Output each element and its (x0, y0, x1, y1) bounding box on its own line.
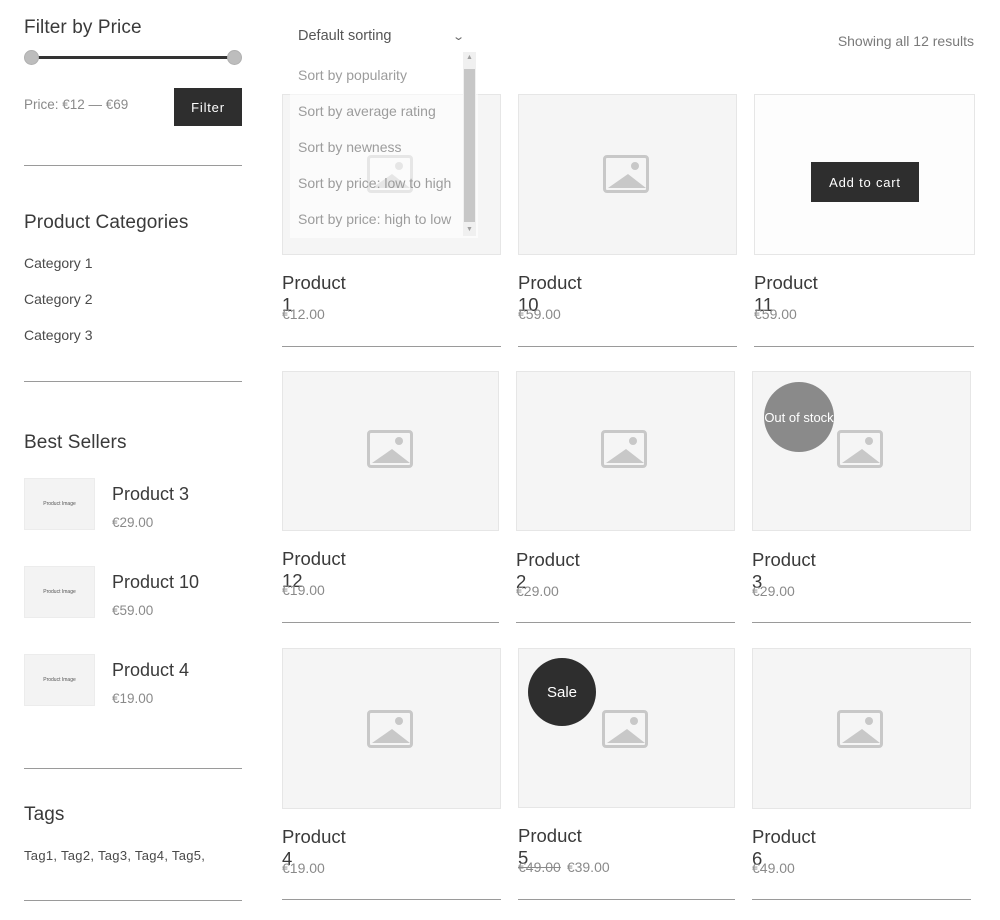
price-filter-title: Filter by Price (24, 17, 142, 38)
chevron-down-icon[interactable]: ⌄ (452, 30, 465, 43)
product-price: €19.00 (282, 582, 325, 598)
product-image[interactable] (282, 648, 501, 809)
category-link[interactable]: Category 2 (24, 291, 92, 327)
image-placeholder-icon (601, 430, 647, 468)
sort-option[interactable]: Sort by price: high to low (298, 211, 451, 227)
scroll-up-icon[interactable]: ▲ (466, 54, 473, 61)
divider (516, 622, 735, 623)
best-sellers-title: Best Sellers (24, 432, 127, 453)
product-price: €29.00 (516, 583, 559, 599)
sort-option[interactable]: Sort by newness (298, 139, 402, 155)
sort-select[interactable]: Default sorting (298, 28, 466, 44)
product-thumbnail[interactable]: Product Image (24, 566, 95, 618)
product-thumbnail[interactable]: Product Image (24, 654, 95, 706)
best-seller-price: €59.00 (112, 603, 154, 618)
result-count: Showing all 12 results (837, 33, 974, 49)
sort-dropdown-list[interactable]: Sort by popularity Sort by average ratin… (290, 50, 478, 238)
divider (24, 381, 242, 382)
old-price: €49.00 (518, 859, 561, 875)
slider-track (30, 56, 236, 59)
best-seller-name[interactable]: Product 4 (112, 660, 189, 681)
category-list: Category 1 Category 2 Category 3 (24, 255, 92, 363)
best-seller-name[interactable]: Product 10 (112, 572, 199, 593)
divider (282, 346, 501, 347)
best-seller-price: €29.00 (112, 515, 154, 530)
product-image[interactable] (282, 371, 499, 531)
sort-option[interactable]: Sort by average rating (298, 103, 436, 119)
best-seller-price: €19.00 (112, 691, 154, 706)
best-seller-name[interactable]: Product 3 (112, 484, 189, 505)
scrollbar-thumb[interactable] (464, 69, 475, 222)
divider (24, 165, 242, 166)
product-price: €49.00 (752, 860, 795, 876)
tags-title: Tags (24, 804, 65, 825)
sort-option[interactable]: Sort by popularity (298, 67, 407, 83)
product-price: €49.00 €39.00 (518, 859, 610, 875)
price-range-label: Price: €12 — €69 (24, 97, 129, 112)
product-thumbnail[interactable]: Product Image (24, 478, 95, 530)
sale-badge: Sale (528, 658, 596, 726)
product-price: €59.00 (754, 306, 797, 322)
scroll-down-icon[interactable]: ▼ (466, 226, 473, 233)
product-image[interactable] (752, 648, 971, 809)
out-of-stock-badge: Out of stock (764, 382, 834, 452)
product-image[interactable]: Add to cart (754, 94, 975, 255)
divider (754, 346, 974, 347)
slider-min-handle[interactable] (24, 50, 39, 65)
divider (518, 346, 737, 347)
divider (752, 899, 971, 900)
filter-button[interactable]: Filter (174, 88, 242, 126)
divider (24, 900, 242, 901)
product-price: €12.00 (282, 306, 325, 322)
product-price: €59.00 (518, 306, 561, 322)
product-price: €19.00 (282, 860, 325, 876)
divider (282, 622, 499, 623)
price-range-slider[interactable] (24, 50, 242, 66)
dropdown-scrollbar[interactable]: ▲ ▼ (463, 52, 476, 236)
best-seller-item[interactable]: Product Image Product 3 €29.00 (24, 478, 242, 532)
product-image[interactable] (516, 371, 735, 531)
sort-option[interactable]: Sort by price: low to high (298, 175, 451, 191)
slider-max-handle[interactable] (227, 50, 242, 65)
add-to-cart-button[interactable]: Add to cart (811, 162, 919, 202)
category-link[interactable]: Category 1 (24, 255, 92, 291)
image-placeholder-icon (837, 710, 883, 748)
best-seller-item[interactable]: Product Image Product 10 €59.00 (24, 566, 242, 620)
divider (24, 768, 242, 769)
product-price: €29.00 (752, 583, 795, 599)
product-image[interactable] (518, 94, 737, 255)
divider (518, 899, 735, 900)
tag-cloud[interactable]: Tag1, Tag2, Tag3, Tag4, Tag5, (24, 848, 205, 863)
image-placeholder-icon (602, 710, 648, 748)
divider (282, 899, 501, 900)
image-placeholder-icon (367, 430, 413, 468)
category-link[interactable]: Category 3 (24, 327, 92, 363)
categories-title: Product Categories (24, 212, 189, 233)
image-placeholder-icon (837, 430, 883, 468)
image-placeholder-icon (603, 155, 649, 193)
best-seller-item[interactable]: Product Image Product 4 €19.00 (24, 654, 242, 708)
divider (752, 622, 971, 623)
image-placeholder-icon (367, 710, 413, 748)
sale-price: €39.00 (566, 859, 610, 875)
